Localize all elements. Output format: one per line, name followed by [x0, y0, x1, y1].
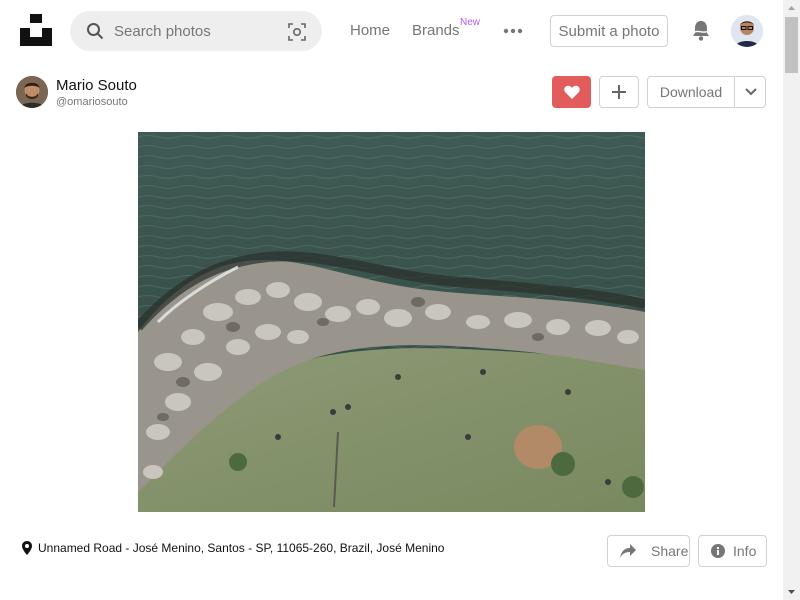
location-pin-icon — [22, 541, 32, 555]
plus-icon — [612, 85, 626, 99]
author-name[interactable]: Mario Souto — [56, 77, 137, 94]
download-button[interactable]: Download — [648, 77, 734, 107]
scroll-down-arrow-icon[interactable] — [783, 583, 800, 600]
share-button[interactable]: Share — [607, 535, 690, 567]
scrollbar-thumb[interactable] — [785, 17, 798, 73]
nav-home-link[interactable]: Home — [350, 22, 390, 39]
info-icon — [711, 544, 725, 558]
info-button[interactable]: Info — [698, 535, 767, 567]
search-input[interactable] — [114, 19, 274, 43]
search-icon[interactable] — [86, 22, 104, 40]
unsplash-logo-icon[interactable] — [20, 14, 52, 46]
download-button-group: Download — [647, 76, 766, 108]
search-bar[interactable] — [70, 11, 322, 51]
info-label: Info — [733, 543, 757, 559]
bell-icon[interactable] — [690, 18, 712, 42]
submit-photo-button[interactable]: Submit a photo — [550, 15, 668, 47]
new-badge: New — [460, 17, 481, 28]
nav-brands-link[interactable]: Brands — [412, 22, 460, 39]
share-label: Share — [651, 543, 689, 559]
top-navbar: Home Brands New Submit a photo — [0, 0, 783, 62]
heart-icon — [563, 85, 580, 99]
chevron-down-icon — [744, 88, 757, 96]
like-button[interactable] — [552, 76, 591, 108]
vertical-scrollbar[interactable] — [783, 0, 800, 600]
share-arrow-icon — [620, 544, 636, 558]
main-photo[interactable] — [138, 132, 645, 512]
download-options-button[interactable] — [735, 77, 766, 107]
user-avatar[interactable] — [731, 15, 763, 47]
author-avatar[interactable] — [16, 76, 48, 108]
scroll-up-arrow-icon[interactable] — [783, 0, 800, 17]
add-to-collection-button[interactable] — [599, 76, 639, 108]
visual-search-icon[interactable] — [288, 23, 306, 41]
photo-location[interactable]: Unnamed Road - José Menino, Santos - SP,… — [38, 541, 444, 555]
more-dots-icon[interactable] — [502, 22, 524, 40]
author-handle[interactable]: @omariosouto — [56, 96, 128, 108]
